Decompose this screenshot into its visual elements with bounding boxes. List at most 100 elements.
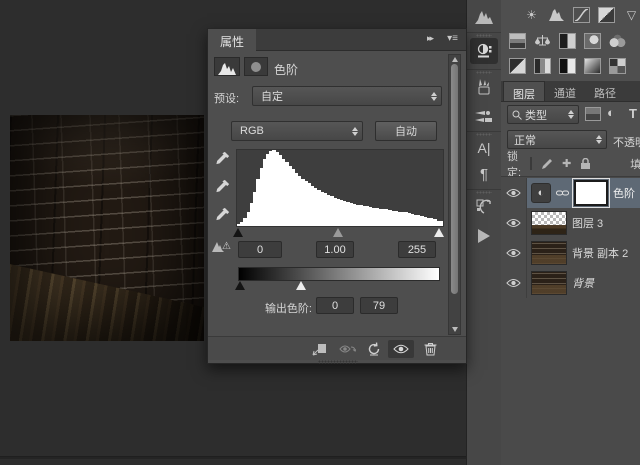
input-gamma-field[interactable]: 1.00 — [316, 241, 354, 258]
canvas-image[interactable] — [10, 115, 204, 341]
mask-link-icon[interactable] — [556, 189, 569, 197]
layer-mask-thumbnail[interactable] — [574, 180, 608, 206]
properties-tab[interactable]: 属性 — [208, 29, 256, 51]
lock-all-icon[interactable] — [580, 158, 591, 170]
mask-badge-icon[interactable] — [244, 57, 268, 76]
play-icon — [478, 229, 490, 243]
input-black-field[interactable]: 0 — [238, 241, 282, 258]
adjustment-title: 色阶 — [274, 61, 298, 78]
properties-panel-icon[interactable] — [470, 38, 498, 64]
filter-type-layers-icon[interactable]: T — [629, 106, 637, 121]
tab-channels[interactable]: 通道 — [545, 81, 585, 101]
selective-color-adjustment-icon[interactable] — [609, 58, 626, 74]
tab-paths[interactable]: 路径 — [585, 81, 625, 101]
layer-row-background[interactable]: 背景 — [501, 268, 640, 298]
clip-to-layer-icon[interactable] — [309, 340, 329, 358]
histogram-panel-icon[interactable] — [470, 5, 498, 29]
lock-transparent-icon[interactable] — [530, 157, 532, 170]
clone-source-panel-icon[interactable] — [470, 195, 498, 219]
output-black-slider[interactable] — [235, 281, 245, 290]
layer-thumbnail[interactable] — [531, 271, 567, 295]
layer-visibility-toggle[interactable] — [501, 238, 527, 268]
layer-name[interactable]: 色阶 — [613, 185, 635, 201]
layer-visibility-toggle[interactable] — [501, 178, 527, 208]
layer-thumbnail[interactable] — [531, 241, 567, 265]
histogram-refresh-warning-icon[interactable]: ⚠ — [212, 241, 231, 252]
delete-adjustment-icon[interactable] — [420, 340, 440, 358]
photo-filter-adjustment-icon[interactable] — [584, 33, 601, 49]
view-previous-state-icon[interactable] — [337, 340, 357, 358]
layer-row-layer3[interactable]: 图层 3 — [501, 208, 640, 238]
brush-panel-icon[interactable] — [470, 75, 498, 99]
black-point-eyedropper[interactable] — [215, 151, 230, 166]
layer-name[interactable]: 背景 副本 2 — [572, 245, 628, 261]
invert-adjustment-icon[interactable] — [509, 58, 526, 74]
scroll-down-arrow[interactable] — [452, 327, 458, 332]
input-gamma-slider[interactable] — [333, 228, 343, 237]
layer-row-levels[interactable]: ◐ 色阶 — [501, 178, 640, 208]
output-white-field[interactable]: 79 — [360, 297, 398, 314]
filter-adjustment-layers-icon[interactable]: ◐ — [607, 105, 615, 120]
panel-menu-icon[interactable]: ▾≡ — [447, 33, 458, 44]
blend-mode-select[interactable]: 正常 — [507, 130, 607, 149]
gray-point-eyedropper[interactable] — [215, 179, 230, 194]
properties-scrollbar[interactable] — [448, 54, 461, 335]
layer-visibility-toggle[interactable] — [501, 208, 527, 238]
brush-presets-panel-icon[interactable] — [470, 104, 498, 128]
color-balance-adjustment-icon[interactable] — [534, 33, 551, 49]
gradient-map-adjustment-icon[interactable] — [584, 58, 601, 74]
layer-row-bg-copy2[interactable]: 背景 副本 2 — [501, 238, 640, 268]
output-black-field[interactable]: 0 — [316, 297, 354, 314]
actions-panel-icon[interactable] — [470, 224, 498, 248]
input-black-slider[interactable] — [233, 228, 243, 237]
select-arrows-icon — [564, 110, 578, 119]
output-levels-gradient — [238, 267, 440, 281]
scrollbar-thumb[interactable] — [451, 64, 458, 294]
select-arrows-icon — [592, 135, 606, 144]
exposure-adjustment-icon[interactable] — [598, 7, 615, 23]
layer-filter-type-select[interactable]: 类型 — [507, 105, 579, 124]
reset-adjustment-icon[interactable] — [364, 340, 384, 358]
brightness-contrast-icon[interactable]: ☀ — [523, 7, 540, 23]
output-white-slider[interactable] — [296, 281, 306, 290]
panel-drag-grip[interactable] — [318, 360, 358, 364]
channel-mixer-adjustment-icon[interactable] — [609, 33, 626, 49]
vibrance-adjustment-icon[interactable]: ▽ — [623, 7, 640, 23]
layer-visibility-toggle[interactable] — [501, 268, 527, 298]
eye-icon — [506, 188, 521, 198]
hue-saturation-adjustment-icon[interactable] — [509, 33, 526, 49]
input-white-value: 255 — [408, 244, 426, 256]
properties-panel-header[interactable]: 属性 ▸▸ ▾≡ — [208, 29, 466, 51]
paragraph-panel-icon[interactable]: ¶ — [470, 162, 498, 186]
levels-adjustment-icon[interactable] — [548, 7, 565, 23]
preset-value: 自定 — [261, 88, 283, 104]
white-point-eyedropper[interactable] — [215, 207, 230, 222]
layer-name[interactable]: 图层 3 — [572, 215, 603, 231]
curves-adjustment-icon[interactable] — [573, 7, 590, 23]
toggle-visibility-icon[interactable] — [388, 340, 414, 358]
eye-icon — [506, 278, 521, 288]
input-white-slider[interactable] — [434, 228, 444, 237]
levels-adjustment-thumbnail[interactable]: ◐ — [531, 183, 551, 203]
lock-pixels-brush-icon[interactable] — [541, 158, 553, 170]
tab-layers[interactable]: 图层 — [503, 81, 545, 101]
scroll-up-arrow[interactable] — [452, 57, 458, 62]
posterize-adjustment-icon[interactable] — [534, 58, 551, 74]
channel-select[interactable]: RGB — [231, 121, 363, 141]
black-white-adjustment-icon[interactable] — [559, 33, 576, 49]
select-arrows-icon — [348, 127, 362, 136]
input-white-field[interactable]: 255 — [398, 241, 436, 258]
character-panel-icon[interactable]: A| — [470, 136, 498, 160]
warning-glyph: ⚠ — [222, 241, 231, 252]
eye-icon — [506, 218, 521, 228]
threshold-adjustment-icon[interactable] — [559, 58, 576, 74]
layer-thumbnail[interactable] — [531, 211, 567, 235]
auto-button[interactable]: 自动 — [375, 121, 437, 141]
lock-position-icon[interactable]: ✚ — [562, 157, 571, 170]
preset-select[interactable]: 自定 — [252, 86, 442, 106]
levels-histogram — [236, 149, 444, 227]
collapse-panel-icon[interactable]: ▸▸ — [427, 33, 432, 44]
filter-type-label: 类型 — [525, 107, 547, 123]
layer-name[interactable]: 背景 — [572, 275, 594, 291]
filter-pixel-layers-icon[interactable] — [585, 107, 601, 121]
